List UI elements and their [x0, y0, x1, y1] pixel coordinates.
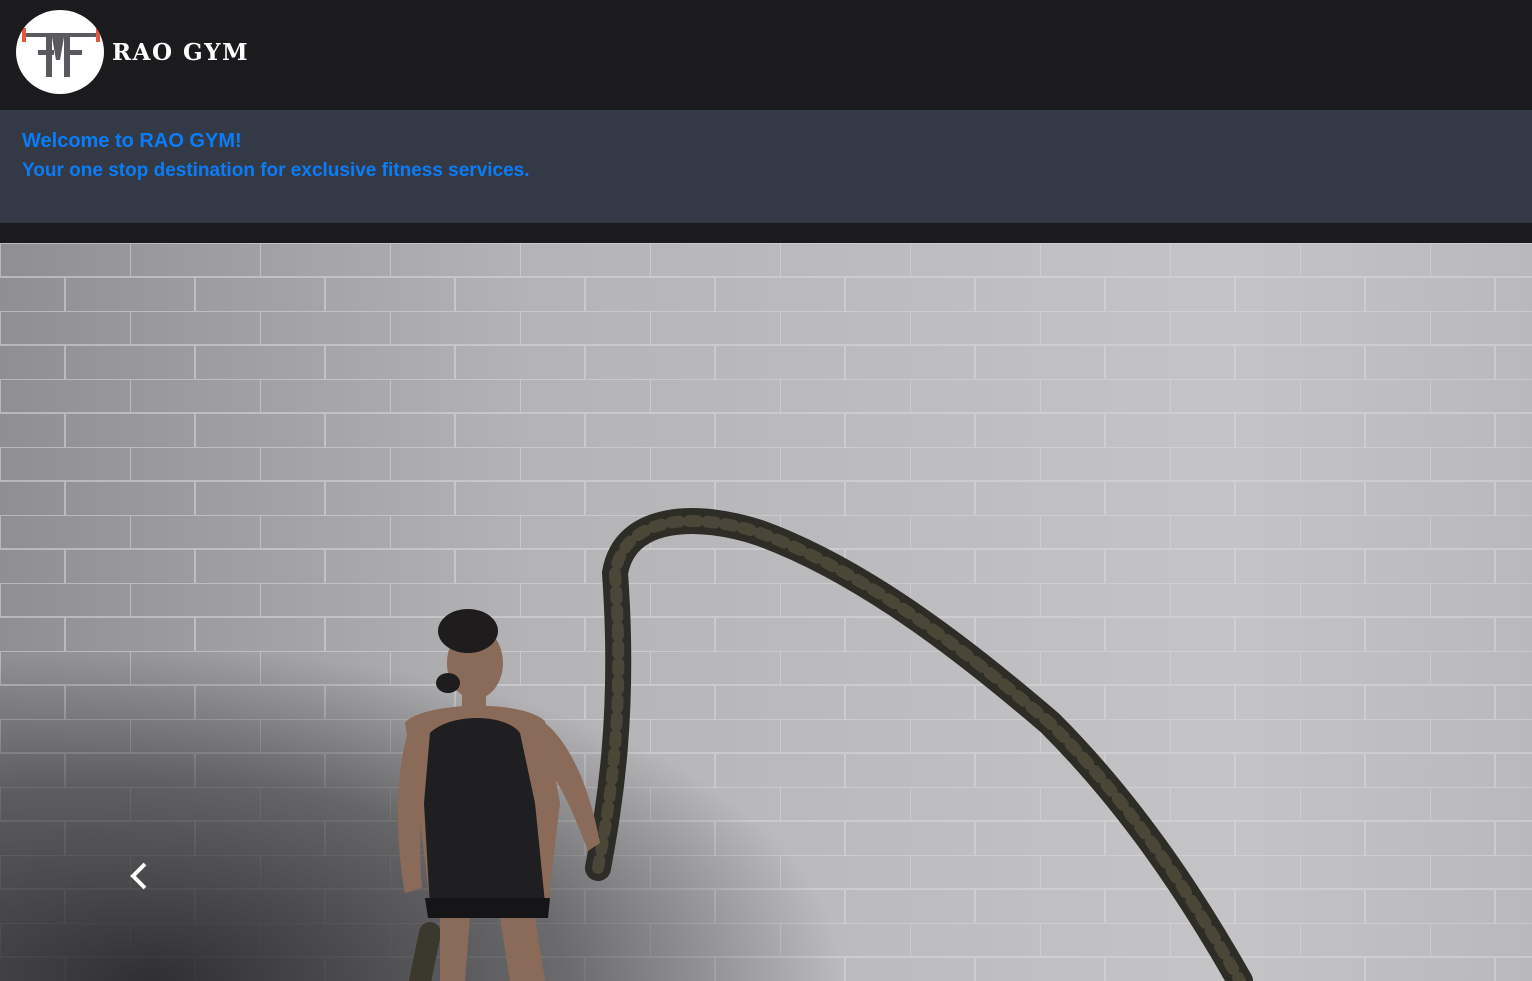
hero-carousel [0, 243, 1532, 981]
welcome-banner: Welcome to RAO GYM! Your one stop destin… [0, 110, 1532, 223]
welcome-subtitle: Your one stop destination for exclusive … [22, 160, 530, 181]
section-divider [0, 223, 1532, 243]
navbar: RAO GYM [0, 0, 1532, 110]
welcome-title: Welcome to RAO GYM! [22, 130, 242, 152]
logo-icon [16, 10, 104, 94]
brand-link[interactable]: RAO GYM [16, 10, 249, 94]
chevron-left-icon [130, 862, 147, 890]
carousel-prev-button[interactable] [118, 848, 160, 904]
brand-name: RAO GYM [112, 38, 250, 66]
slide-image [0, 243, 1532, 981]
